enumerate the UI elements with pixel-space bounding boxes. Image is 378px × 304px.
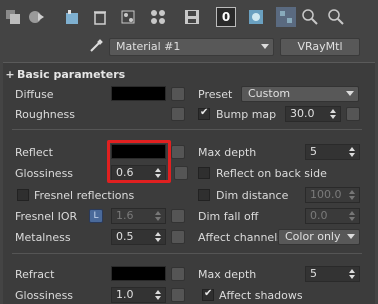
- dim-distance-checkbox[interactable]: [198, 189, 210, 201]
- bump-map-label: Bump map: [216, 108, 277, 121]
- fresnel-ior-lock-button[interactable]: L: [89, 209, 103, 223]
- chevron-down-icon: [347, 234, 355, 239]
- spinner-arrows-icon[interactable]: [349, 189, 356, 201]
- fresnel-ior-label: Fresnel IOR: [15, 210, 78, 223]
- material-id-icon[interactable]: 0: [216, 7, 236, 27]
- roughness-label: Roughness: [15, 108, 76, 121]
- section-divider: [12, 253, 362, 254]
- max-depth-reflect-label: Max depth: [198, 146, 257, 159]
- rollout-title: Basic parameters: [17, 67, 126, 81]
- pick-icon[interactable]: [300, 7, 320, 27]
- glossiness-refract-label: Glossiness: [15, 289, 74, 302]
- chevron-down-icon: [346, 91, 354, 96]
- material-name-dropdown[interactable]: Material #1: [109, 38, 274, 56]
- fresnel-ior-map-button[interactable]: [171, 209, 185, 223]
- bump-map-button[interactable]: [346, 107, 360, 121]
- chevron-down-icon: [261, 44, 269, 49]
- fresnel-label: Fresnel reflections: [34, 189, 135, 202]
- preset-dropdown[interactable]: Custom: [241, 86, 359, 102]
- show-map-icon[interactable]: [246, 7, 266, 27]
- spinner-arrows-icon[interactable]: [155, 289, 162, 301]
- max-depth-refract-label: Max depth: [198, 268, 257, 281]
- material-type-button[interactable]: VRayMtl: [280, 38, 360, 56]
- glossiness-reflect-label: Glossiness: [15, 167, 74, 180]
- basic-parameters-panel: + Basic parameters Diffuse Preset Custom…: [3, 62, 375, 304]
- max-depth-reflect-spinner[interactable]: 5: [305, 144, 360, 160]
- reflect-back-side-label: Reflect on back side: [216, 167, 327, 180]
- section-divider: [12, 129, 362, 130]
- diffuse-map-button[interactable]: [171, 87, 185, 101]
- spinner-arrows-icon[interactable]: [155, 231, 162, 243]
- refract-label: Refract: [15, 268, 55, 281]
- show-background-icon[interactable]: [276, 7, 296, 27]
- diffuse-color-swatch[interactable]: [111, 86, 166, 101]
- metalness-spinner[interactable]: 0.5: [111, 229, 166, 245]
- refract-map-button[interactable]: [171, 267, 185, 281]
- bump-map-checkbox[interactable]: [198, 107, 210, 120]
- reflect-map-button[interactable]: [171, 145, 185, 159]
- affect-shadows-checkbox[interactable]: [202, 288, 214, 301]
- dim-fall-off-spinner[interactable]: 0.0: [305, 208, 360, 224]
- affect-channels-dropdown[interactable]: Color only: [278, 229, 360, 245]
- spinner-arrows-icon[interactable]: [155, 210, 162, 222]
- affect-channels-label: Affect channels: [198, 231, 283, 244]
- save-icon[interactable]: [182, 7, 202, 27]
- map-icon[interactable]: [118, 7, 138, 27]
- highlight-box: [107, 140, 171, 183]
- get-material-icon[interactable]: [62, 7, 82, 27]
- max-depth-refract-value: 5: [310, 267, 317, 280]
- material-name-value: Material #1: [116, 40, 181, 53]
- metalness-value: 0.5: [116, 230, 134, 243]
- material-editor-toolbar: 0: [0, 0, 378, 34]
- refract-color-swatch[interactable]: [111, 266, 166, 281]
- roughness-map-button[interactable]: [171, 107, 185, 121]
- preset-value: Custom: [248, 87, 291, 100]
- fresnel-checkbox[interactable]: [17, 189, 29, 201]
- preset-label: Preset: [198, 88, 233, 101]
- affect-channels-value: Color only: [285, 230, 341, 243]
- affect-shadows-label: Affect shadows: [219, 289, 303, 302]
- diffuse-label: Diffuse: [15, 88, 54, 101]
- material-map-icon[interactable]: [148, 7, 168, 27]
- spinner-arrows-icon[interactable]: [349, 210, 356, 222]
- delete-icon[interactable]: [90, 7, 110, 27]
- dim-distance-spinner[interactable]: 100.0: [305, 187, 360, 203]
- eyedropper-icon[interactable]: [88, 38, 104, 54]
- glossiness-refract-spinner[interactable]: 1.0: [111, 287, 166, 303]
- material-id-label: 0: [221, 10, 231, 24]
- glossiness-reflect-map-button[interactable]: [174, 166, 188, 180]
- reflect-label: Reflect: [15, 146, 53, 159]
- glossiness-refract-value: 1.0: [116, 288, 134, 301]
- dim-fall-off-value: 0.0: [310, 209, 328, 222]
- zoom-icon[interactable]: [326, 7, 346, 27]
- dim-distance-value: 100.0: [310, 188, 342, 201]
- max-depth-reflect-value: 5: [310, 145, 317, 158]
- spinner-arrows-icon[interactable]: [330, 108, 337, 120]
- reflect-back-side-checkbox[interactable]: [198, 167, 210, 179]
- spinner-arrows-icon[interactable]: [349, 146, 356, 158]
- metalness-label: Metalness: [15, 231, 71, 244]
- rollout-header[interactable]: + Basic parameters: [3, 65, 125, 83]
- fresnel-ior-value: 1.6: [116, 209, 134, 222]
- bump-map-value: 30.0: [290, 107, 315, 120]
- metalness-map-button[interactable]: [171, 230, 185, 244]
- select-icon[interactable]: [3, 7, 23, 27]
- spinner-arrows-icon[interactable]: [349, 268, 356, 280]
- fresnel-ior-spinner[interactable]: 1.6: [111, 208, 166, 224]
- dim-fall-off-label: Dim fall off: [198, 210, 259, 223]
- material-icon[interactable]: [26, 7, 46, 27]
- rollout-toggle-icon: +: [5, 67, 15, 81]
- max-depth-refract-spinner[interactable]: 5: [305, 266, 360, 282]
- dim-distance-label: Dim distance: [216, 189, 289, 202]
- glossiness-refract-map-button[interactable]: [171, 288, 185, 302]
- bump-map-spinner[interactable]: 30.0: [285, 106, 341, 122]
